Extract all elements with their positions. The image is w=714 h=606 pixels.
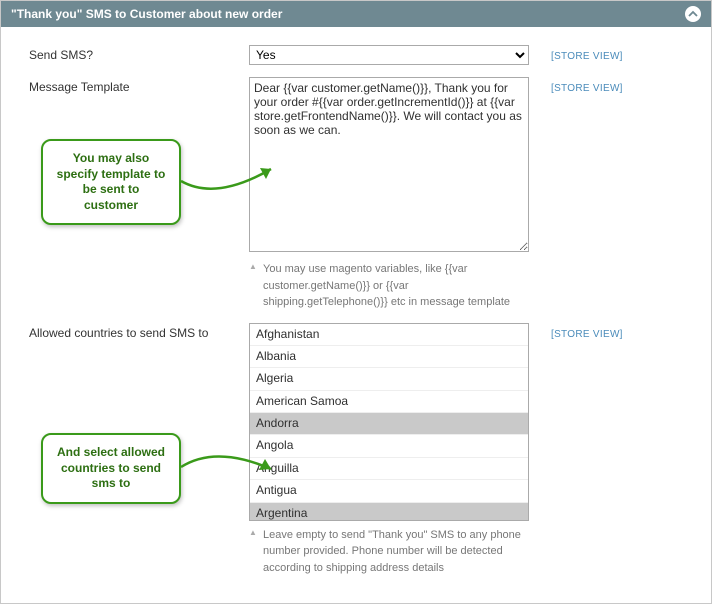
panel-header[interactable]: "Thank you" SMS to Customer about new or… xyxy=(1,1,711,27)
country-item[interactable]: Andorra xyxy=(250,413,528,435)
callout-template: You may also specify template to be sent… xyxy=(41,139,181,225)
allowed-countries-list[interactable]: AfghanistanAlbaniaAlgeriaAmerican SamoaA… xyxy=(249,323,529,521)
country-item[interactable]: Antigua xyxy=(250,480,528,502)
scope-label: [STORE VIEW] xyxy=(551,51,623,62)
country-item[interactable]: Argentina xyxy=(250,503,528,521)
send-sms-select[interactable]: Yes xyxy=(249,45,529,65)
template-hint: You may use magento variables, like {{va… xyxy=(249,255,529,311)
row-send-sms: Send SMS? Yes [STORE VIEW] xyxy=(29,45,683,65)
scope-label: [STORE VIEW] xyxy=(551,329,623,340)
country-item[interactable]: Afghanistan xyxy=(250,324,528,346)
collapse-icon[interactable] xyxy=(685,6,701,22)
callout-countries: And select allowed countries to send sms… xyxy=(41,433,181,504)
country-item[interactable]: Anguilla xyxy=(250,458,528,480)
config-panel: "Thank you" SMS to Customer about new or… xyxy=(0,0,712,604)
countries-hint: Leave empty to send "Thank you" SMS to a… xyxy=(249,521,529,577)
countries-label: Allowed countries to send SMS to xyxy=(29,323,249,340)
country-item[interactable]: Algeria xyxy=(250,368,528,390)
panel-title: "Thank you" SMS to Customer about new or… xyxy=(11,7,282,21)
country-item[interactable]: Albania xyxy=(250,346,528,368)
country-item[interactable]: American Samoa xyxy=(250,391,528,413)
panel-body: Send SMS? Yes [STORE VIEW] Message Templ… xyxy=(1,27,711,598)
template-label: Message Template xyxy=(29,77,249,94)
send-sms-label: Send SMS? xyxy=(29,45,249,62)
scope-label: [STORE VIEW] xyxy=(551,83,623,94)
message-template-textarea[interactable] xyxy=(249,77,529,252)
country-item[interactable]: Angola xyxy=(250,435,528,457)
